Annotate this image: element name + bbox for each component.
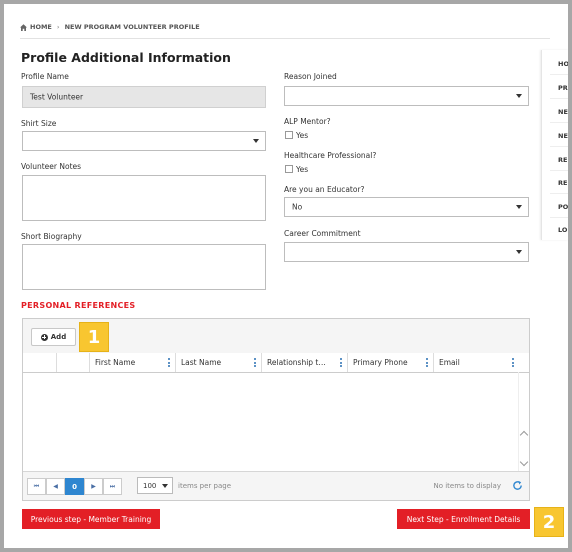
add-reference-button[interactable]: Add xyxy=(31,328,76,346)
grid-header: First Name Last Name Relationship t… Pri… xyxy=(23,353,529,373)
column-menu-icon[interactable] xyxy=(426,358,428,367)
profile-name-field: Test Volunteer xyxy=(22,86,266,108)
breadcrumb-home[interactable]: HOME xyxy=(30,23,52,31)
column-header-label: Primary Phone xyxy=(353,358,408,367)
first-page-button[interactable]: ⏮ xyxy=(27,478,46,495)
app-frame: HOME › NEW PROGRAM VOLUNTEER PROFILE Pro… xyxy=(4,4,568,548)
last-page-button[interactable]: ⏭ xyxy=(103,478,122,495)
profile-name-label: Profile Name xyxy=(21,72,69,81)
side-panel: HO PR NE NE RE RE PO LO xyxy=(541,50,568,240)
plus-circle-icon xyxy=(40,333,48,341)
column-header-primary-phone[interactable]: Primary Phone xyxy=(347,353,433,372)
grid-scrollbar[interactable] xyxy=(518,372,529,473)
side-item-4[interactable]: NE xyxy=(558,132,568,140)
column-header-label: Email xyxy=(439,358,460,367)
breadcrumb-separator: › xyxy=(56,23,60,31)
healthcare-checkbox[interactable] xyxy=(285,165,293,173)
side-item-6[interactable]: RE xyxy=(558,179,567,187)
side-item-8[interactable]: LO xyxy=(558,226,567,234)
chevron-down-icon xyxy=(516,250,522,254)
breadcrumb: HOME › NEW PROGRAM VOLUNTEER PROFILE xyxy=(20,16,550,39)
alp-mentor-checkbox[interactable] xyxy=(285,131,293,139)
educator-value: No xyxy=(292,202,303,212)
side-item-1[interactable]: HO xyxy=(558,60,568,68)
previous-step-button[interactable]: Previous step - Member Training xyxy=(22,509,160,529)
chevron-down-icon xyxy=(162,483,168,488)
alp-mentor-label: ALP Mentor? xyxy=(284,117,331,126)
column-header-relationship[interactable]: Relationship t… xyxy=(261,353,347,372)
short-biography-textarea[interactable] xyxy=(22,244,266,290)
side-divider xyxy=(550,146,568,147)
side-item-2[interactable]: PR xyxy=(558,84,568,92)
column-menu-icon[interactable] xyxy=(340,358,342,367)
column-header-label: First Name xyxy=(95,358,136,367)
page-size-value: 100 xyxy=(143,481,157,490)
side-divider xyxy=(550,122,568,123)
column-menu-icon[interactable] xyxy=(168,358,170,367)
chevron-down-icon xyxy=(253,139,259,143)
no-items-label: No items to display xyxy=(433,482,501,490)
reason-joined-label: Reason Joined xyxy=(284,72,337,81)
side-divider xyxy=(550,217,568,218)
educator-select[interactable]: No xyxy=(284,197,529,217)
career-commitment-select[interactable] xyxy=(284,242,529,262)
chevron-down-icon xyxy=(516,205,522,209)
shirt-size-label: Shirt Size xyxy=(21,119,57,128)
callout-badge-2: 2 xyxy=(534,507,564,537)
breadcrumb-current: NEW PROGRAM VOLUNTEER PROFILE xyxy=(64,23,200,31)
grid-header-select xyxy=(23,353,56,372)
short-biography-label: Short Biography xyxy=(21,232,82,241)
add-button-label: Add xyxy=(50,333,67,341)
side-item-5[interactable]: RE xyxy=(558,156,567,164)
shirt-size-select[interactable] xyxy=(22,131,266,151)
side-divider xyxy=(550,98,568,99)
prev-page-button[interactable]: ◀ xyxy=(46,478,65,495)
column-header-label: Last Name xyxy=(181,358,222,367)
side-divider xyxy=(550,170,568,171)
grid-pager: ⏮ ◀ 0 ▶ ⏭ 100 items per page No items to… xyxy=(23,471,529,500)
grid-header-spacer xyxy=(56,353,89,372)
page-size-select[interactable]: 100 xyxy=(137,477,173,494)
profile-name-value: Test Volunteer xyxy=(30,92,84,102)
healthcare-label: Healthcare Professional? xyxy=(284,151,377,160)
side-item-3[interactable]: NE xyxy=(558,108,568,116)
refresh-icon[interactable] xyxy=(512,480,523,491)
column-menu-icon[interactable] xyxy=(254,358,256,367)
chevron-down-icon[interactable] xyxy=(519,457,529,467)
personal-references-title: PERSONAL REFERENCES xyxy=(21,301,136,310)
chevron-up-icon[interactable] xyxy=(519,430,529,440)
current-page-button[interactable]: 0 xyxy=(65,478,84,495)
callout-badge-1: 1 xyxy=(79,322,109,352)
page-title: Profile Additional Information xyxy=(21,50,231,65)
healthcare-option: Yes xyxy=(296,165,309,174)
educator-label: Are you an Educator? xyxy=(284,185,365,194)
column-header-last-name[interactable]: Last Name xyxy=(175,353,261,372)
column-header-label: Relationship t… xyxy=(267,358,326,367)
volunteer-notes-textarea[interactable] xyxy=(22,175,266,221)
reason-joined-select[interactable] xyxy=(284,86,529,106)
chevron-down-icon xyxy=(516,94,522,98)
column-menu-icon[interactable] xyxy=(512,358,514,367)
column-header-email[interactable]: Email xyxy=(433,353,519,372)
side-divider xyxy=(550,74,568,75)
next-page-button[interactable]: ▶ xyxy=(84,478,103,495)
alp-mentor-option: Yes xyxy=(296,131,309,140)
home-icon[interactable] xyxy=(20,23,27,31)
column-header-first-name[interactable]: First Name xyxy=(89,353,175,372)
items-per-page-label: items per page xyxy=(178,482,232,490)
side-divider xyxy=(550,193,568,194)
side-item-7[interactable]: PO xyxy=(558,203,568,211)
next-step-button[interactable]: Next Step - Enrollment Details xyxy=(397,509,530,529)
career-commitment-label: Career Commitment xyxy=(284,229,361,238)
volunteer-notes-label: Volunteer Notes xyxy=(21,162,82,171)
